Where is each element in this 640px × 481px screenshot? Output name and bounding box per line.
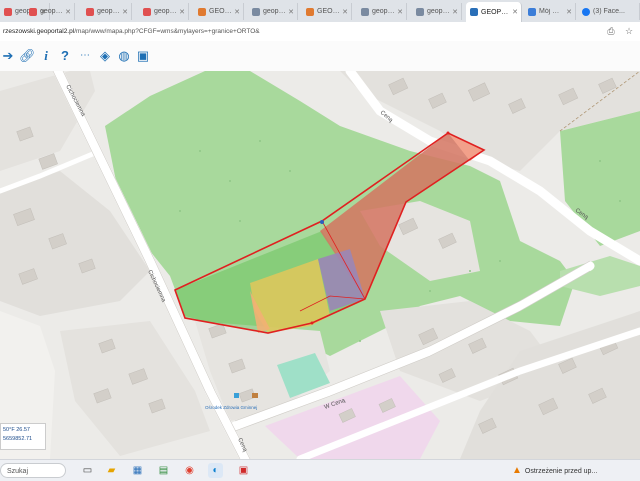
browser-tab[interactable]: geoportal✕ (25, 3, 75, 20)
browser-tab[interactable]: geoportal✕ (139, 3, 189, 20)
favorites-icon[interactable]: ☆ (624, 26, 634, 36)
close-tab-icon[interactable]: ✕ (234, 8, 240, 16)
favicon-icon (361, 7, 369, 16)
taskbar: Szukaj ▭ ▰ ▦ ▤ ◉ ◐ ▣ ▲ Ostrzeżenie przed … (0, 459, 640, 481)
chrome-icon[interactable]: ◉ (182, 463, 197, 478)
favicon-icon (198, 7, 206, 16)
close-tab-icon[interactable]: ✕ (452, 8, 458, 16)
poi-marker-icon[interactable] (252, 393, 258, 398)
edge-icon[interactable]: ◐ (208, 463, 223, 478)
close-tab-icon[interactable]: ✕ (342, 8, 348, 16)
app-icon[interactable]: ▣ (236, 463, 251, 478)
favicon-icon (4, 7, 12, 16)
link-icon[interactable]: 🔗︎ (19, 48, 36, 64)
favicon-icon (86, 7, 94, 16)
favicon-icon (252, 7, 260, 16)
map-toolbar: ➔ 🔗︎ i ? ⋯ ◈ ◍ ▣ (0, 41, 640, 72)
browser-tab[interactable]: (3) Face... (578, 3, 640, 20)
url-host: rzeszowski.geoportal2.pl (3, 28, 75, 35)
notification-item[interactable]: ▲ Ostrzeżenie przed up... (512, 462, 640, 479)
task-view-icon[interactable]: ▭ (80, 463, 95, 478)
favicon-icon (416, 7, 424, 16)
browser-tab[interactable]: geoportal✕ (248, 3, 298, 20)
favicon-icon (306, 7, 314, 16)
favicon-icon (143, 7, 151, 16)
browser-tab[interactable]: geoportal✕ (357, 3, 407, 20)
close-tab-icon[interactable]: ✕ (179, 8, 185, 16)
close-tab-icon[interactable]: ✕ (512, 8, 518, 16)
browser-tab[interactable]: GEOPORTAL✕ (194, 3, 244, 20)
poi-label: Ośrodek Zdrowia Gminnej (205, 405, 257, 410)
excel-icon[interactable]: ▤ (156, 463, 171, 478)
close-tab-icon[interactable]: ✕ (397, 8, 403, 16)
url-field[interactable]: rzeszowski.geoportal2.pl/map/www/mapa.ph… (3, 25, 593, 38)
store-icon[interactable]: ▦ (130, 463, 145, 478)
info-icon[interactable]: i (38, 48, 54, 64)
url-path: /map/www/mapa.php?CFGF=wms&mylayers=+gra… (74, 28, 260, 35)
query-icon[interactable]: ? (57, 48, 73, 64)
poi-marker-icon[interactable] (234, 393, 239, 398)
address-bar[interactable]: rzeszowski.geoportal2.pl/map/www/mapa.ph… (0, 22, 640, 42)
close-tab-icon[interactable]: ✕ (122, 8, 128, 16)
favicon-icon (528, 7, 536, 16)
favicon-icon (470, 8, 478, 16)
close-tab-icon[interactable]: ✕ (65, 8, 71, 16)
warning-icon: ▲ (512, 465, 522, 476)
measure-icon[interactable]: ⋯ (77, 48, 93, 64)
file-explorer-icon[interactable]: ▰ (104, 463, 119, 478)
browser-tab[interactable]: GEOPORTAL✕ (302, 3, 352, 20)
browser-tab[interactable]: Mój Wy...✕ (524, 3, 576, 20)
browser-tab-active[interactable]: GEOPORTAL✕ (466, 2, 522, 22)
layers-icon[interactable]: ◈ (97, 48, 113, 64)
browser-tab[interactable]: geoportal✕ (82, 3, 132, 20)
map-svg: Cichociemna Cichociemna Ceną Ceną W Ceną… (0, 71, 640, 459)
taskbar-search[interactable]: Szukaj (0, 463, 66, 478)
globe-icon[interactable]: ◍ (116, 48, 132, 64)
close-tab-icon[interactable]: ✕ (566, 8, 572, 16)
favicon-icon (582, 7, 590, 16)
close-tab-icon[interactable]: ✕ (288, 8, 294, 16)
map-canvas[interactable]: Cichociemna Cichociemna Ceną Ceną W Ceną… (0, 71, 640, 459)
coordinates-readout: 50°F 26.57 5659852.71 (0, 423, 46, 450)
arrow-right-icon[interactable]: ➔ (0, 48, 16, 64)
camera-icon[interactable]: ▣ (135, 48, 151, 64)
save-page-icon[interactable]: ⎙ (606, 26, 616, 36)
favicon-icon (29, 7, 37, 16)
coord-xy: 5659852.71 (3, 436, 33, 442)
browser-tab[interactable]: geoportal✕ (412, 3, 462, 20)
coord-lat: 50°F 26.57 (3, 427, 30, 433)
browser-tab-bar: geoportal✕ geoportal✕ geoportal✕ geoport… (0, 0, 640, 23)
